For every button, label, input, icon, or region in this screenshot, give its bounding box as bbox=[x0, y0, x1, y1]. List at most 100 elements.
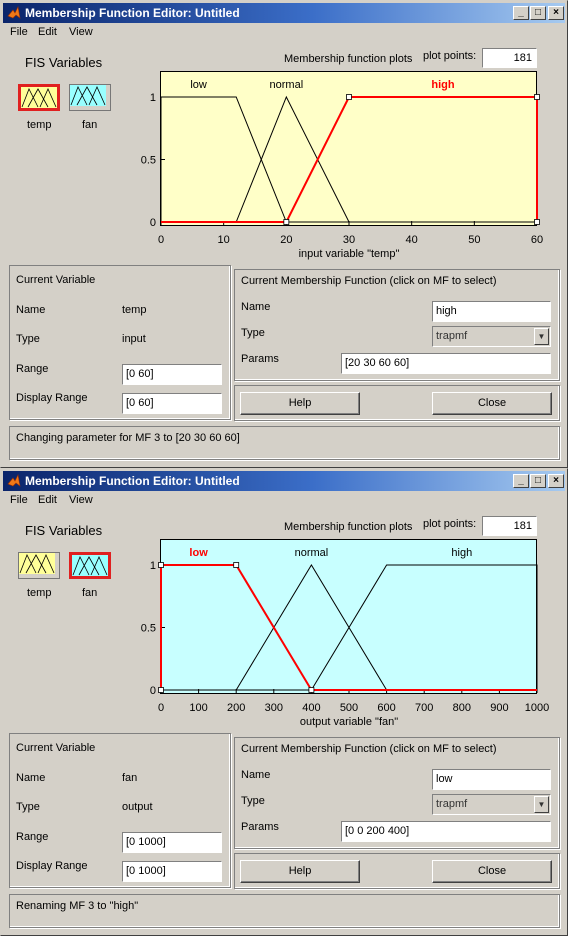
maximize-button[interactable]: □ bbox=[530, 6, 546, 20]
x-tick-label: 0 bbox=[158, 702, 164, 714]
mf-handle[interactable] bbox=[346, 94, 352, 100]
mf-curve-normal[interactable] bbox=[161, 95, 537, 223]
mf-handle[interactable] bbox=[534, 219, 540, 225]
fis-variables-label: FIS Variables bbox=[25, 523, 103, 538]
mf-handle[interactable] bbox=[158, 687, 164, 693]
variable-label-fan: fan bbox=[82, 119, 98, 131]
close-window-button[interactable]: × bbox=[548, 6, 564, 20]
mf-params-label: Params bbox=[241, 821, 279, 833]
x-tick-label: 60 bbox=[531, 234, 543, 246]
mf-params-input[interactable]: [20 30 60 60] bbox=[341, 353, 551, 374]
mf-curve-high[interactable] bbox=[161, 96, 538, 223]
menu-view[interactable]: View bbox=[69, 494, 93, 506]
mf-label-low[interactable]: low bbox=[190, 79, 207, 91]
minimize-button[interactable]: _ bbox=[513, 6, 529, 20]
current-variable-title: Current Variable bbox=[16, 274, 96, 286]
mf-plot: 00.510 10 20 30 40 50 60input variable "temp"l… bbox=[141, 79, 543, 260]
variable-icon-temp[interactable] bbox=[18, 552, 60, 579]
close-window-button[interactable]: × bbox=[548, 474, 564, 488]
mf-handle[interactable] bbox=[308, 687, 315, 693]
display-range-label: Display Range bbox=[16, 392, 88, 404]
mf-label-high[interactable]: high bbox=[451, 547, 472, 559]
mf-type-label: Type bbox=[241, 327, 265, 339]
chevron-down-icon[interactable]: ▼ bbox=[534, 328, 549, 345]
x-tick-label: 900 bbox=[490, 702, 508, 714]
mf-name-label: Name bbox=[241, 301, 271, 313]
mf-type-select[interactable]: trapmf ▼ bbox=[432, 794, 551, 815]
mf-handle[interactable] bbox=[283, 219, 290, 225]
mf-label-low[interactable]: low bbox=[189, 547, 208, 559]
status-text: Changing parameter for MF 3 to [20 30 60… bbox=[16, 432, 240, 444]
x-tick-label: 500 bbox=[340, 702, 358, 714]
mf-plot: 0 0.5 1 0 100 200 300 400 500 600 700 800 900 1000 out… bbox=[141, 547, 550, 728]
status-panel: Renaming MF 3 to "high" bbox=[9, 894, 560, 928]
mf-thumbnail-icon bbox=[72, 555, 108, 576]
window-title: Membership Function Editor: Untitled bbox=[25, 6, 240, 20]
range-label: Range bbox=[16, 831, 49, 843]
title-bar[interactable]: Membership Function Editor: Untitled _ □… bbox=[3, 3, 565, 23]
close-button[interactable]: Close bbox=[432, 860, 552, 883]
current-mf-title: Current Membership Function (click on MF… bbox=[241, 743, 497, 755]
range-label: Range bbox=[16, 363, 49, 375]
variable-label-fan: fan bbox=[82, 587, 98, 599]
maximize-button[interactable]: □ bbox=[530, 474, 546, 488]
minimize-button[interactable]: _ bbox=[513, 474, 529, 488]
mf-label-normal[interactable]: normal bbox=[295, 547, 329, 559]
mf-name-label: Name bbox=[241, 769, 271, 781]
var-name-label: Name bbox=[16, 772, 46, 784]
current-variable-panel: Current Variable Name fan Type output Ra… bbox=[9, 733, 231, 888]
variable-icon-temp[interactable] bbox=[18, 84, 60, 111]
mf-name-input[interactable]: high bbox=[432, 301, 551, 322]
x-tick-label: 200 bbox=[227, 702, 245, 714]
x-tick-label: 50 bbox=[468, 234, 480, 246]
fis-variables-label: FIS Variables bbox=[25, 55, 103, 70]
menu-file[interactable]: File bbox=[10, 26, 28, 38]
variable-icon-fan[interactable] bbox=[69, 552, 111, 579]
mf-params-input[interactable]: [0 0 200 400] bbox=[341, 821, 551, 842]
matlab-logo-icon bbox=[7, 6, 21, 19]
menu-edit[interactable]: Edit bbox=[38, 26, 57, 38]
menu-edit[interactable]: Edit bbox=[38, 494, 57, 506]
display-range-label: Display Range bbox=[16, 860, 88, 872]
variable-icon-fan[interactable] bbox=[69, 84, 111, 111]
window-title: Membership Function Editor: Untitled bbox=[25, 474, 240, 488]
range-input[interactable]: [0 1000] bbox=[122, 832, 222, 853]
x-tick-label: 700 bbox=[415, 702, 433, 714]
x-tick-label: 0 bbox=[158, 234, 164, 246]
help-button[interactable]: Help bbox=[240, 392, 360, 415]
mf-editor-window-1: Membership Function Editor: Untitled _ □… bbox=[0, 0, 568, 468]
mf-type-select[interactable]: trapmf ▼ bbox=[432, 326, 551, 347]
button-panel: Help Close bbox=[234, 853, 560, 889]
chevron-down-icon[interactable]: ▼ bbox=[534, 796, 549, 813]
var-name-value: temp bbox=[122, 304, 147, 316]
current-variable-panel: Current Variable Name temp Type input Ra… bbox=[9, 265, 231, 420]
title-bar[interactable]: Membership Function Editor: Untitled _ □… bbox=[3, 471, 565, 491]
mf-label-high[interactable]: high bbox=[431, 79, 454, 91]
x-axis-label: input variable "temp" bbox=[299, 248, 400, 260]
mf-handle[interactable] bbox=[534, 94, 540, 100]
mf-handle[interactable] bbox=[233, 562, 240, 568]
display-range-input[interactable]: [0 1000] bbox=[122, 861, 222, 882]
mf-editor-window-2: Membership Function Editor: Untitled _ □… bbox=[0, 468, 568, 936]
mf-label-normal[interactable]: normal bbox=[270, 79, 304, 91]
mf-type-value: trapmf bbox=[436, 330, 468, 342]
mf-curve-high[interactable] bbox=[161, 564, 538, 691]
mf-handle[interactable] bbox=[158, 562, 164, 568]
range-input[interactable]: [0 60] bbox=[122, 364, 222, 385]
mf-thumbnail-icon bbox=[70, 85, 106, 106]
x-axis-label: output variable "fan" bbox=[300, 716, 398, 728]
menu-view[interactable]: View bbox=[69, 26, 93, 38]
matlab-logo-icon bbox=[7, 474, 21, 487]
status-text: Renaming MF 3 to "high" bbox=[16, 900, 139, 912]
x-tick-label: 400 bbox=[302, 702, 320, 714]
close-button[interactable]: Close bbox=[432, 392, 552, 415]
menu-file[interactable]: File bbox=[10, 494, 28, 506]
mf-curve-low[interactable] bbox=[160, 96, 537, 223]
mf-thumbnail-icon bbox=[19, 553, 55, 574]
button-panel: Help Close bbox=[234, 385, 560, 421]
x-tick-label: 10 bbox=[218, 234, 230, 246]
display-range-input[interactable]: [0 60] bbox=[122, 393, 222, 414]
y-tick-label: 1 bbox=[150, 92, 156, 104]
mf-name-input[interactable]: low bbox=[432, 769, 551, 790]
help-button[interactable]: Help bbox=[240, 860, 360, 883]
